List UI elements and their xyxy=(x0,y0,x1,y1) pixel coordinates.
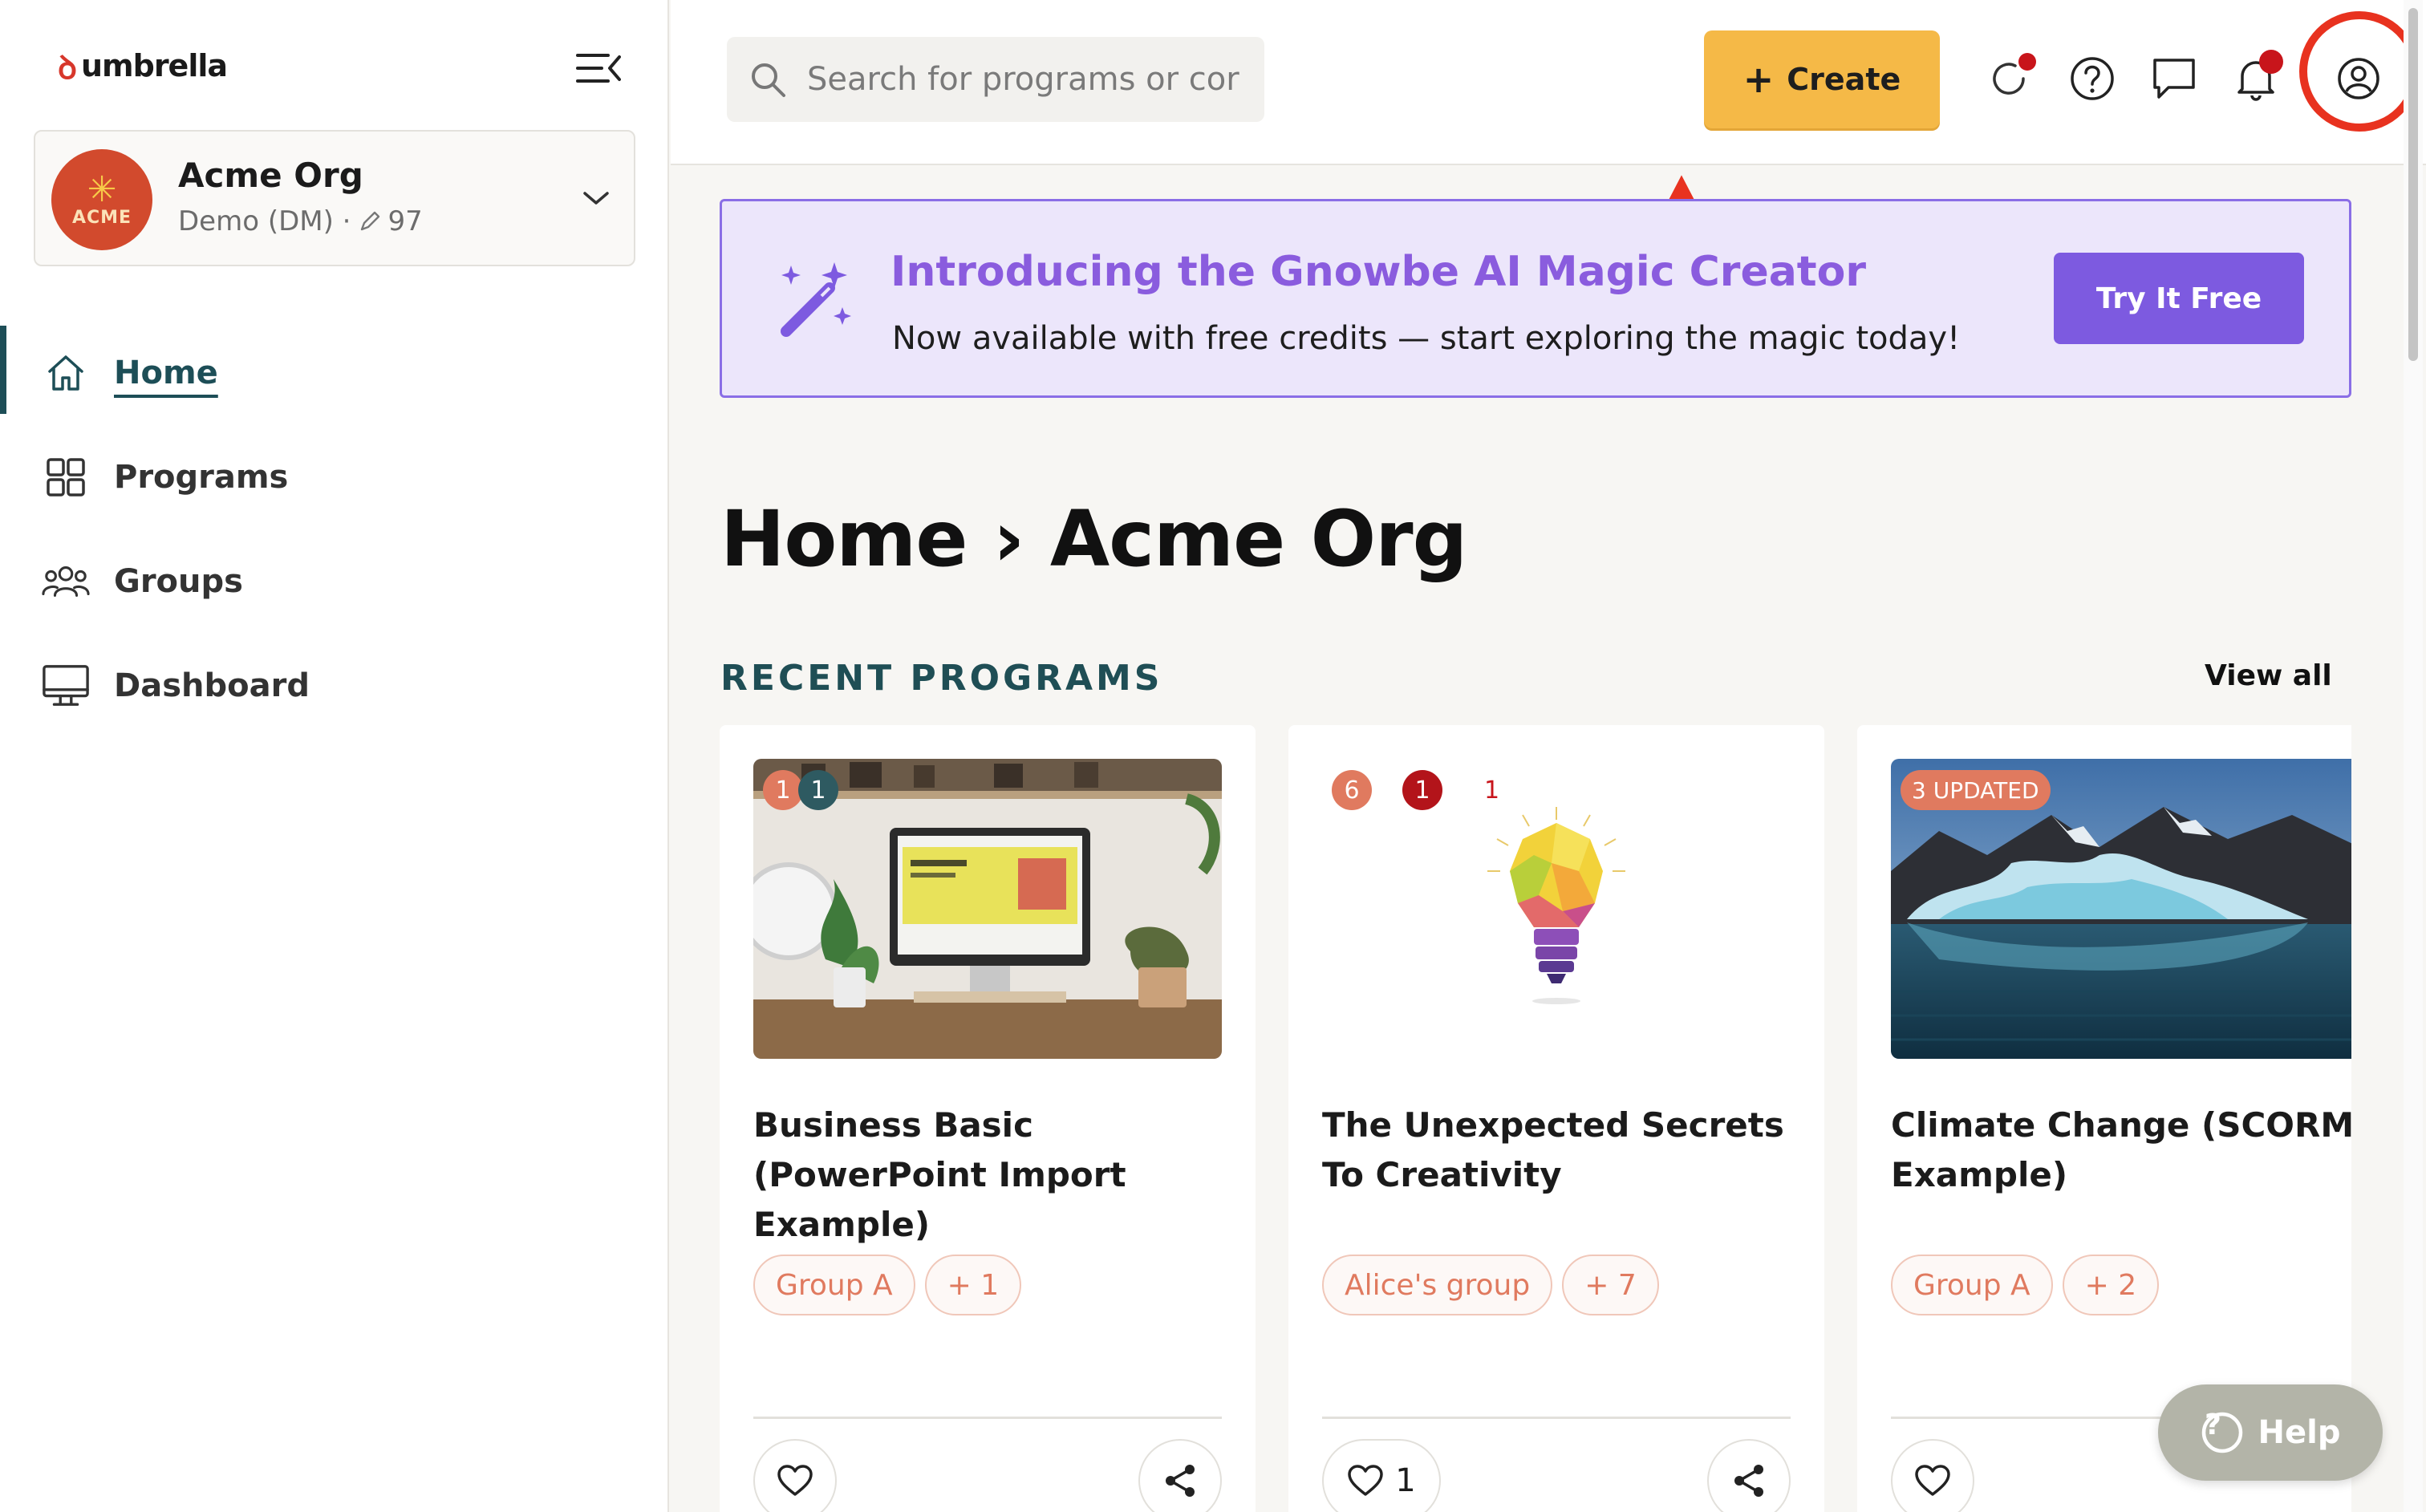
group-chip[interactable]: Group A xyxy=(753,1255,915,1315)
refresh-notification-dot xyxy=(2018,53,2036,71)
program-thumbnail: 6 1 1 xyxy=(1322,759,1791,1059)
refresh-button[interactable] xyxy=(1983,53,2036,104)
badge-count: 1 xyxy=(1402,770,1442,810)
umbrella-logo-text: umbrella xyxy=(80,48,228,83)
org-avatar: ✳ ACME xyxy=(51,149,152,250)
badge-count: 1 xyxy=(763,770,803,810)
program-card[interactable]: 6 1 1 The Unexpected Secrets To Creativi… xyxy=(1288,725,1824,1512)
users-icon xyxy=(42,557,90,606)
org-avatar-symbol: ✳ xyxy=(87,168,117,210)
like-button[interactable] xyxy=(753,1439,837,1512)
create-label: Create xyxy=(1787,62,1901,97)
badge-count: 1 xyxy=(1484,776,1500,805)
page-title: Home › Acme Org xyxy=(720,494,1467,584)
share-icon xyxy=(1166,1465,1195,1497)
view-all-link[interactable]: View all xyxy=(2205,659,2332,692)
card-divider xyxy=(1322,1417,1791,1419)
sidebar-nav: Home Programs Groups Dashboard xyxy=(0,321,669,738)
monitor-icon xyxy=(42,662,90,710)
sidebar-item-programs[interactable]: Programs xyxy=(0,425,669,529)
umbrella-logo-mark: ꝺ xyxy=(58,49,77,87)
program-title[interactable]: The Unexpected Secrets To Creativity xyxy=(1322,1101,1795,1200)
org-switcher[interactable]: ✳ ACME Acme Org Demo (DM) · 97 xyxy=(34,130,635,266)
notifications-button[interactable] xyxy=(2230,50,2283,104)
more-groups-chip[interactable]: + 2 xyxy=(2062,1255,2160,1315)
group-chip[interactable]: Group A xyxy=(1891,1255,2053,1315)
heart-icon xyxy=(777,1465,813,1496)
grid-icon xyxy=(42,453,90,501)
sidebar-item-dashboard[interactable]: Dashboard xyxy=(0,634,669,738)
program-thumbnail: 3 UPDATED xyxy=(1891,759,2351,1059)
search-input[interactable] xyxy=(807,61,1256,98)
ai-creator-banner: Introducing the Gnowbe AI Magic Creator … xyxy=(720,199,2351,398)
sidebar-item-groups[interactable]: Groups xyxy=(0,529,669,634)
org-subtitle: Demo (DM) · 97 xyxy=(178,205,423,237)
umbrella-logo[interactable]: ꝺ umbrella xyxy=(58,47,228,87)
share-button[interactable] xyxy=(1707,1439,1791,1512)
share-icon xyxy=(1734,1465,1763,1497)
try-it-free-button[interactable]: Try It Free xyxy=(2054,253,2304,344)
chevron-down-icon xyxy=(583,192,609,205)
org-name: Acme Org xyxy=(178,156,363,195)
pencil-icon xyxy=(360,211,379,231)
more-groups-chip[interactable]: + 7 xyxy=(1562,1255,1659,1315)
heart-icon xyxy=(1348,1465,1384,1496)
sidebar-item-label: Home xyxy=(114,355,218,391)
lightbulb-image xyxy=(1322,759,1791,1059)
program-card[interactable]: 1 1 Business Basic (PowerPoint Import Ex… xyxy=(720,725,1256,1512)
like-count: 1 xyxy=(1395,1462,1416,1499)
org-edit-count: 97 xyxy=(387,205,423,237)
home-icon xyxy=(42,349,90,397)
program-title[interactable]: Business Basic (PowerPoint Import Exampl… xyxy=(753,1101,1227,1250)
banner-text: Now available with free credits — start … xyxy=(892,320,1961,357)
plus-icon: + xyxy=(1742,58,1775,101)
notification-dot xyxy=(2259,50,2283,74)
sidebar-item-home[interactable]: Home xyxy=(0,321,669,425)
recent-programs-list: 1 1 Business Basic (PowerPoint Import Ex… xyxy=(720,725,2351,1512)
scrollbar-thumb[interactable] xyxy=(2408,8,2418,361)
org-chevron[interactable] xyxy=(576,178,616,218)
program-thumbnail: 1 1 xyxy=(753,759,1222,1059)
share-button[interactable] xyxy=(1138,1439,1222,1512)
account-highlight-circle xyxy=(2299,11,2420,132)
top-bar: + Create xyxy=(671,0,2426,165)
more-groups-chip[interactable]: + 1 xyxy=(924,1255,1022,1315)
badge-count: 1 xyxy=(798,770,838,810)
group-chip[interactable]: Alice's group xyxy=(1322,1255,1553,1315)
org-avatar-text: ACME xyxy=(71,207,132,228)
program-groups: Group A + 2 xyxy=(1891,1255,2160,1315)
sidebar-item-label: Programs xyxy=(114,459,289,496)
sidebar-item-label: Groups xyxy=(114,563,243,600)
sidebar-item-label: Dashboard xyxy=(114,667,310,704)
messages-button[interactable] xyxy=(2148,53,2200,104)
updated-badge: 3 UPDATED xyxy=(1901,770,2051,810)
help-symbol: ? xyxy=(2205,1409,2221,1441)
create-button[interactable]: + Create xyxy=(1704,30,1940,128)
help-circle-icon xyxy=(2071,57,2114,100)
like-button[interactable]: 1 xyxy=(1322,1439,1441,1512)
banner-title: Introducing the Gnowbe AI Magic Creator xyxy=(890,248,1867,296)
page-scrollbar[interactable] xyxy=(2404,0,2423,1512)
help-label: Help xyxy=(2258,1414,2341,1451)
badge-count: 6 xyxy=(1332,770,1372,810)
org-plan: Demo (DM) · xyxy=(178,205,351,237)
card-divider xyxy=(753,1417,1222,1419)
program-groups: Alice's group + 7 xyxy=(1322,1255,1659,1315)
chat-icon xyxy=(2153,59,2195,99)
program-title[interactable]: Climate Change (SCORM Example) xyxy=(1891,1101,2351,1200)
collapse-sidebar-button[interactable] xyxy=(574,48,623,88)
help-widget-button[interactable]: ? Help xyxy=(2158,1384,2383,1481)
help-button[interactable] xyxy=(2067,53,2118,104)
sidebar: ꝺ umbrella ✳ ACME Acme Org Demo (DM) · 9… xyxy=(0,0,669,1512)
magic-wand-icon xyxy=(781,262,851,337)
heart-icon xyxy=(1915,1465,1950,1496)
like-button[interactable] xyxy=(1891,1439,1974,1512)
search-icon xyxy=(752,63,785,97)
search-box[interactable] xyxy=(727,37,1264,122)
recent-programs-heading: RECENT PROGRAMS xyxy=(720,658,1163,699)
collapse-menu-icon xyxy=(576,54,621,83)
program-groups: Group A + 1 xyxy=(753,1255,1022,1315)
